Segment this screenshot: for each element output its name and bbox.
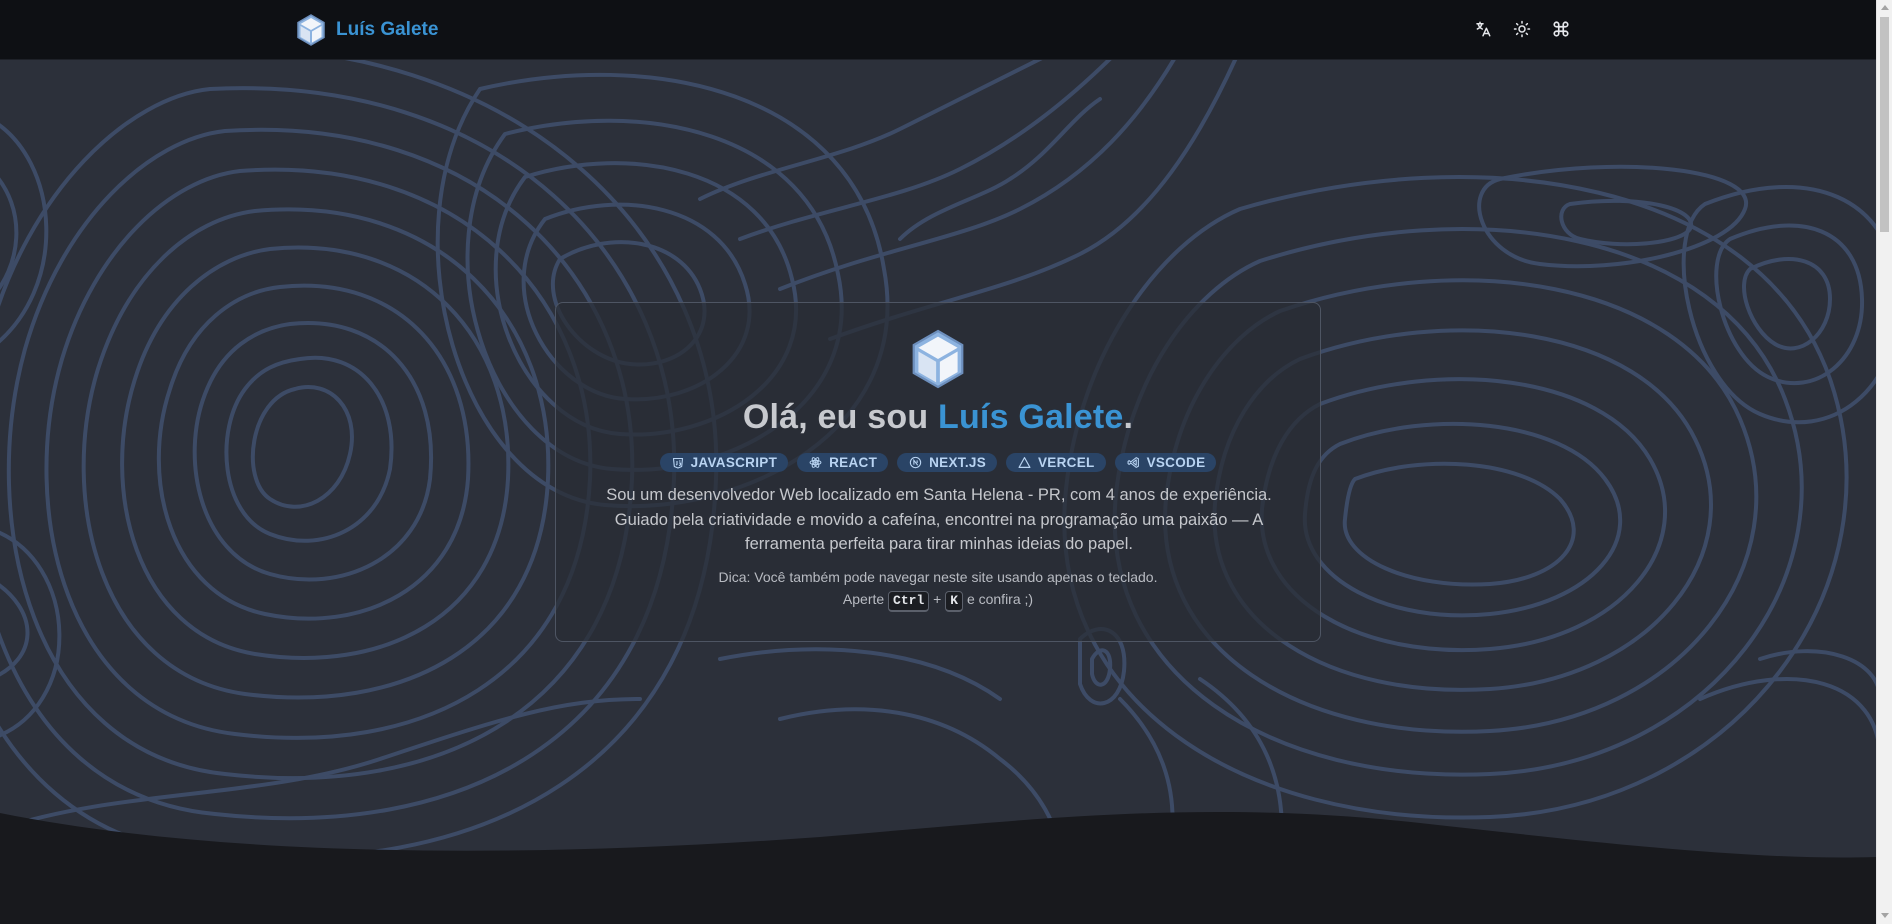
vercel-icon [1018, 457, 1031, 468]
scroll-up-arrow[interactable] [1881, 5, 1889, 10]
tip-line: Dica: Você também pode navegar neste sit… [718, 569, 1158, 585]
brand-name: Luís Galete [336, 19, 439, 40]
bio-text: Sou um desenvolvedor Web localizado em S… [606, 486, 1272, 553]
cube-icon [297, 14, 325, 46]
name-suffix: . [1123, 398, 1134, 436]
theme-toggle-button[interactable] [1509, 16, 1534, 41]
scroll-down-arrow[interactable] [1881, 913, 1889, 918]
react-icon [809, 457, 822, 468]
translate-icon [1475, 21, 1490, 36]
bottom-wave [0, 811, 1876, 924]
badge-vercel: VERCEL [1006, 453, 1106, 472]
ctrl-key: Ctrl [888, 591, 930, 612]
hero-headline: Olá, eu sou Luís Galete. [556, 398, 1320, 437]
cube-icon [912, 329, 964, 389]
tip-prefix: Aperte [842, 591, 885, 607]
hero-name: Luís Galete [937, 398, 1124, 436]
badge-javascript: JAVASCRIPT [659, 453, 789, 472]
home-link[interactable]: Luís Galete [296, 14, 438, 46]
vscode-icon [1127, 457, 1139, 468]
command-palette-button[interactable] [1548, 16, 1573, 41]
badge-react: REACT [797, 453, 889, 472]
keyboard-tip: Dica: Você também pode navegar neste sit… [556, 566, 1320, 612]
navbar: Luís Galete [0, 0, 1876, 60]
scrollbar[interactable] [1876, 0, 1892, 924]
plus-sign: + [933, 591, 942, 607]
badge-vscode: VSCODE [1114, 453, 1217, 472]
hero-section: Olá, eu sou Luís Galete. JAVASCRIPT REAC… [0, 59, 1876, 924]
tech-badges: JAVASCRIPT REACT NEXT.JS VERCEL VSCODE [556, 453, 1320, 472]
language-button[interactable] [1470, 16, 1495, 41]
command-icon [1552, 20, 1569, 37]
javascript-icon [672, 457, 683, 469]
badge-nextjs: NEXT.JS [897, 453, 997, 472]
nextjs-icon [909, 456, 922, 469]
nav-actions [1470, 16, 1573, 41]
greeting-text: Olá, eu sou [742, 398, 929, 436]
scroll-thumb[interactable] [1880, 17, 1889, 232]
intro-card: Olá, eu sou Luís Galete. JAVASCRIPT REAC… [555, 302, 1321, 642]
tip-suffix: e confira ;) [966, 591, 1034, 607]
sun-icon [1513, 20, 1530, 37]
k-key: K [945, 591, 964, 612]
page: Luís Galete Olá, eu sou Luís Galete. JAV… [0, 0, 1876, 924]
